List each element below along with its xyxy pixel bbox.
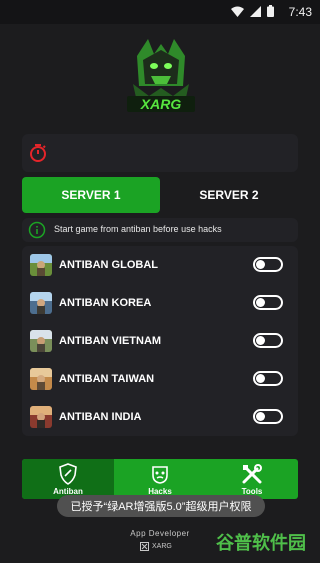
toggle-knob bbox=[256, 336, 265, 345]
pubg-game-icon bbox=[30, 368, 52, 390]
antiban-korea-toggle[interactable] bbox=[253, 295, 283, 310]
developer-brand: XARG bbox=[140, 542, 172, 551]
antiban-india-toggle[interactable] bbox=[253, 409, 283, 424]
pubg-game-icon bbox=[30, 292, 52, 314]
svg-text:谷普软件园: 谷普软件园 bbox=[216, 532, 306, 554]
antiban-vietnam-toggle[interactable] bbox=[253, 333, 283, 348]
list-item: ANTIBAN VIETNAM bbox=[22, 322, 298, 360]
signal-icon bbox=[250, 5, 261, 17]
list-item: ANTIBAN INDIA bbox=[22, 398, 298, 436]
bottom-navigation: Antiban Hacks Tools bbox=[22, 459, 298, 499]
toggle-knob bbox=[256, 374, 265, 383]
stopwatch-icon[interactable] bbox=[28, 143, 48, 163]
list-item-label: ANTIBAN KOREA bbox=[59, 297, 152, 309]
timer-card bbox=[22, 134, 298, 172]
nav-antiban[interactable]: Antiban bbox=[22, 459, 114, 499]
info-icon bbox=[28, 221, 46, 239]
watermark-logo: 谷普软件园 bbox=[216, 532, 306, 554]
list-item: ANTIBAN GLOBAL bbox=[22, 246, 298, 284]
wifi-icon bbox=[231, 6, 244, 17]
nav-tools[interactable]: Tools bbox=[206, 459, 298, 499]
xarg-brand-icon bbox=[140, 542, 149, 551]
list-item: ANTIBAN KOREA bbox=[22, 284, 298, 322]
svg-text:XARG: XARG bbox=[140, 96, 182, 112]
shield-icon bbox=[59, 463, 77, 485]
ghost-mask-icon bbox=[152, 466, 168, 484]
status-icons bbox=[231, 5, 274, 17]
list-item: ANTIBAN TAIWAN bbox=[22, 360, 298, 398]
list-item-label: ANTIBAN GLOBAL bbox=[59, 259, 158, 271]
toast-message: 已授予“绿AR增强版5.0”超级用户权限 bbox=[57, 495, 265, 517]
status-time: 7:43 bbox=[288, 5, 312, 19]
toggle-knob bbox=[256, 298, 265, 307]
list-item-label: ANTIBAN VIETNAM bbox=[59, 335, 162, 347]
antiban-list: ANTIBAN GLOBAL ANTIBAN KOREA ANTIBAN VIE… bbox=[22, 246, 298, 436]
pubg-game-icon bbox=[30, 406, 52, 428]
developer-brand-text: XARG bbox=[152, 543, 172, 550]
notice-card: Start game from antiban before use hacks bbox=[22, 218, 298, 242]
notice-text: Start game from antiban before use hacks bbox=[54, 224, 222, 234]
server-tabs: SERVER 1 SERVER 2 bbox=[22, 177, 298, 213]
antiban-global-toggle[interactable] bbox=[253, 257, 283, 272]
antiban-taiwan-toggle[interactable] bbox=[253, 371, 283, 386]
tools-icon bbox=[242, 464, 262, 484]
pubg-game-icon bbox=[30, 254, 52, 276]
list-item-label: ANTIBAN INDIA bbox=[59, 411, 142, 423]
nav-hacks[interactable]: Hacks bbox=[114, 459, 206, 499]
tab-server-1[interactable]: SERVER 1 bbox=[22, 177, 160, 213]
status-bar: 7:43 bbox=[0, 0, 320, 24]
list-item-label: ANTIBAN TAIWAN bbox=[59, 373, 155, 385]
pubg-game-icon bbox=[30, 330, 52, 352]
xarg-logo: XARG bbox=[127, 39, 195, 112]
toggle-knob bbox=[256, 260, 265, 269]
toggle-knob bbox=[256, 412, 265, 421]
tab-server-2[interactable]: SERVER 2 bbox=[160, 177, 298, 213]
battery-icon bbox=[267, 5, 274, 17]
